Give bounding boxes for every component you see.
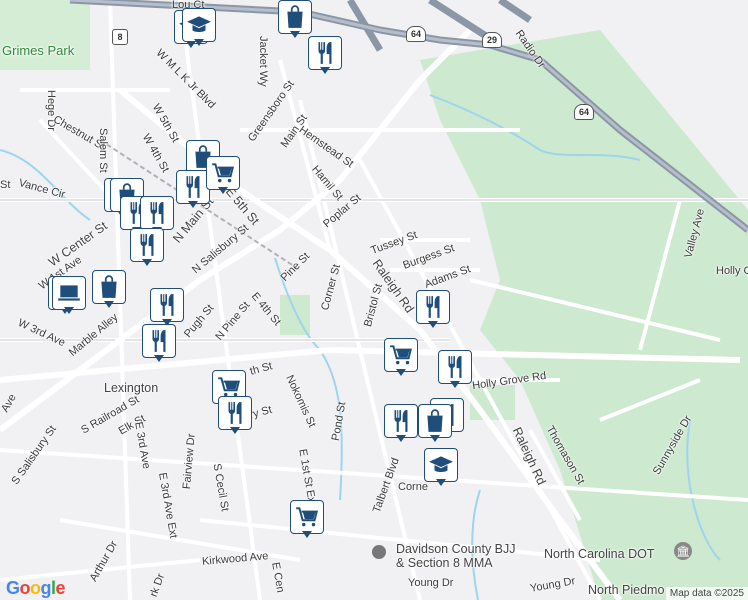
map-attribution[interactable]: Map data ©2025 <box>665 587 748 600</box>
grocery-poi-marker[interactable] <box>206 156 240 194</box>
grocery-icon <box>384 338 418 372</box>
restaurant-poi-marker[interactable] <box>130 228 164 266</box>
street-label: Holly G <box>716 265 748 277</box>
school-icon <box>424 448 458 482</box>
place-label-north-piedmont[interactable]: North Piedmo <box>588 584 664 597</box>
street-label: Young Dr <box>408 577 454 589</box>
grocery-poi-marker[interactable] <box>290 500 324 538</box>
school-poi-marker[interactable] <box>424 448 458 486</box>
restaurant-icon <box>176 170 210 204</box>
place-pin-icon[interactable] <box>372 545 386 559</box>
shopping-poi-marker[interactable] <box>92 270 126 308</box>
us29-shield: 29 <box>482 32 502 48</box>
shopping-icon <box>278 0 312 34</box>
street-label: St <box>0 179 11 191</box>
restaurant-icon <box>384 404 418 438</box>
place-label-bjj[interactable]: Davidson County BJJ & Section 8 MMA <box>396 542 516 571</box>
park-label: Grimes Park <box>2 43 75 58</box>
government-icon[interactable]: 🏛 <box>674 542 692 560</box>
laptop-poi-marker[interactable] <box>52 276 86 314</box>
restaurant-poi-marker[interactable] <box>308 36 342 74</box>
restaurant-poi-marker[interactable] <box>150 288 184 326</box>
us64-shield: 64 <box>574 104 594 120</box>
restaurant-icon <box>142 324 176 358</box>
street-label: Jacket Wy <box>257 36 269 87</box>
nc8-shield: 8 <box>112 29 128 45</box>
restaurant-poi-marker[interactable] <box>176 170 210 208</box>
restaurant-icon <box>218 396 252 430</box>
place-label-ncdot[interactable]: North Carolina DOT <box>544 548 654 561</box>
school-icon <box>182 8 216 42</box>
shopping-poi-marker[interactable] <box>418 404 452 442</box>
restaurant-icon <box>130 228 164 262</box>
city-label: Lexington <box>104 381 159 395</box>
grocery-icon <box>290 500 324 534</box>
restaurant-poi-marker[interactable] <box>142 324 176 362</box>
shopping-icon <box>92 270 126 304</box>
restaurant-icon <box>416 290 450 324</box>
grocery-icon <box>206 156 240 190</box>
restaurant-poi-marker[interactable] <box>438 350 472 388</box>
grocery-poi-marker[interactable] <box>384 338 418 376</box>
park-area <box>0 0 90 70</box>
us64-shield: 64 <box>406 26 426 42</box>
street-label: Salem St <box>97 128 109 173</box>
restaurant-icon <box>150 288 184 322</box>
restaurant-poi-marker[interactable] <box>416 290 450 328</box>
laptop-icon <box>52 276 86 310</box>
park-area <box>280 295 310 335</box>
restaurant-icon <box>438 350 472 384</box>
restaurant-icon <box>140 196 174 230</box>
school-poi-marker[interactable] <box>182 8 216 46</box>
restaurant-icon <box>308 36 342 70</box>
google-logo: Google <box>6 578 66 598</box>
shopping-poi-marker[interactable] <box>278 0 312 38</box>
restaurant-poi-marker[interactable] <box>384 404 418 442</box>
restaurant-poi-marker[interactable] <box>218 396 252 434</box>
shopping-icon <box>418 404 452 438</box>
